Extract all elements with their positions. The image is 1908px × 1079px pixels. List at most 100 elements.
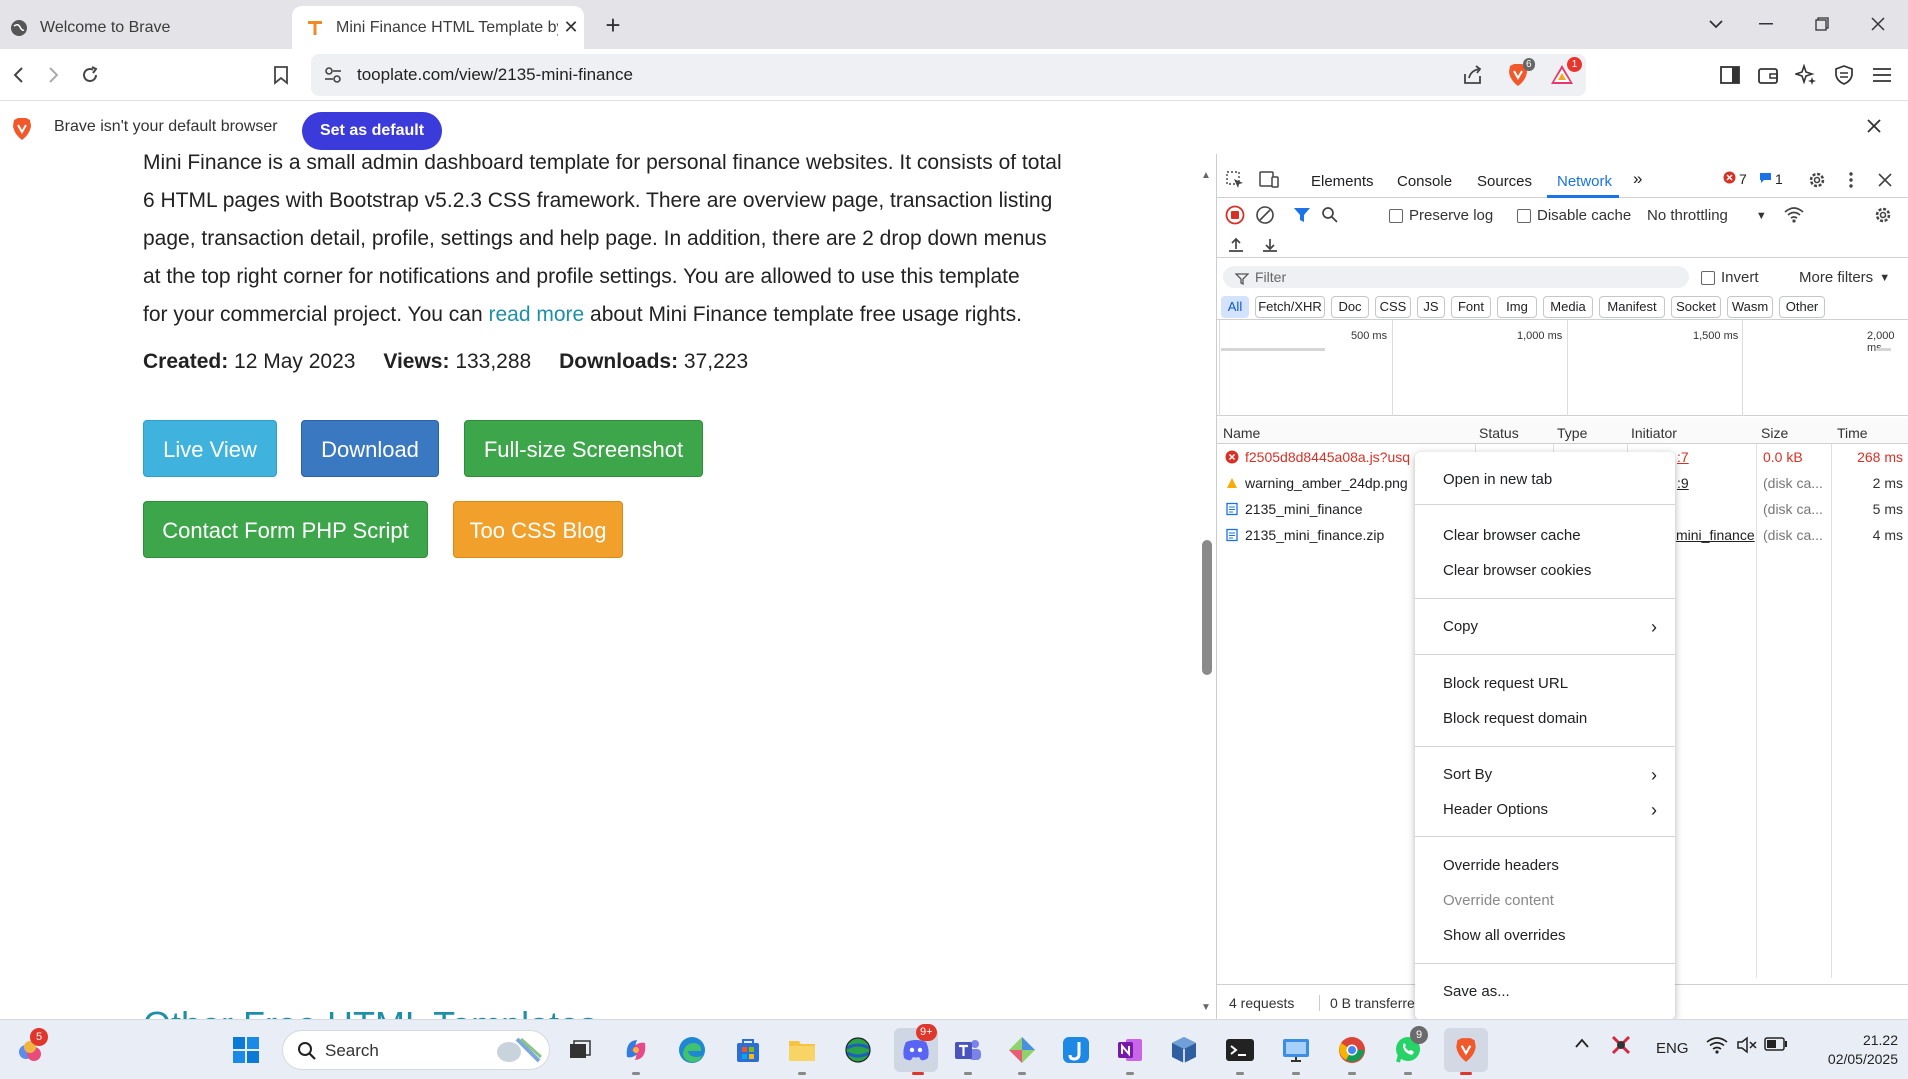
terminal-icon[interactable] [1222,1032,1258,1068]
chip-fetch-xhr[interactable]: Fetch/XHR [1255,296,1325,318]
more-tabs-chevron-icon[interactable]: » [1633,169,1642,189]
bookmark-icon[interactable] [269,63,293,87]
close-window-icon[interactable] [1866,12,1890,36]
menu-item-header-options[interactable]: Header Options › [1415,796,1675,824]
site-settings-icon[interactable] [323,65,343,90]
wifi-icon[interactable] [1706,1036,1728,1058]
wallet-icon[interactable] [1756,63,1780,87]
column-header-initiator[interactable]: Initiator [1631,425,1677,441]
leo-ai-icon[interactable] [1794,63,1818,87]
download-button[interactable]: Download [301,420,439,477]
forward-icon[interactable] [42,63,66,87]
battery-icon[interactable] [1764,1037,1788,1055]
inspect-element-icon[interactable] [1223,168,1247,192]
microsoft-store-icon[interactable] [730,1032,766,1068]
reload-icon[interactable] [78,63,102,87]
export-har-icon[interactable] [1261,236,1279,257]
menu-item-block-domain[interactable]: Block request domain [1415,705,1675,733]
column-header-time[interactable]: Time [1837,425,1868,441]
tab-welcome[interactable]: Welcome to Brave [0,6,292,49]
globe-app-icon[interactable] [840,1032,876,1068]
menu-item-show-overrides[interactable]: Show all overrides [1415,922,1675,950]
tray-chevron-up-icon[interactable] [1574,1036,1590,1053]
gemini-diamond-icon[interactable] [1004,1032,1040,1068]
column-header-type[interactable]: Type [1557,425,1587,441]
error-count-badge[interactable]: 7 [1723,171,1747,187]
initiator-link[interactable]: :9 [1677,475,1689,491]
windows-start-icon[interactable] [228,1032,264,1068]
language-indicator[interactable]: ENG [1656,1040,1689,1057]
back-icon[interactable] [6,63,30,87]
record-stop-icon[interactable] [1225,205,1245,228]
more-filters-dropdown[interactable]: More filters ▼ [1799,269,1890,286]
j-app-icon[interactable] [1058,1032,1094,1068]
chip-img[interactable]: Img [1497,296,1537,318]
speaker-muted-icon[interactable] [1736,1036,1758,1058]
tab-close-icon[interactable]: ✕ [558,17,584,38]
initiator-link[interactable]: :7 [1677,449,1689,465]
menu-item-clear-cache[interactable]: Clear browser cache [1415,522,1675,550]
menu-item-save-as[interactable]: Save as... [1415,978,1675,1006]
brave-taskbar-icon[interactable] [1444,1028,1488,1072]
column-header-name[interactable]: Name [1223,425,1260,441]
column-header-status[interactable]: Status [1479,425,1519,441]
network-settings-gear-icon[interactable] [1873,205,1893,228]
live-view-button[interactable]: Live View [143,420,277,477]
close-devtools-icon[interactable] [1873,168,1897,192]
page-scrollbar[interactable]: ▲ ▼ [1200,170,1214,1020]
scroll-down-icon[interactable]: ▼ [1201,1002,1211,1013]
task-view-icon[interactable] [562,1032,598,1068]
chip-doc[interactable]: Doc [1331,296,1369,318]
chip-css[interactable]: CSS [1375,296,1411,318]
menu-item-sort-by[interactable]: Sort By › [1415,761,1675,789]
filter-funnel-icon[interactable] [1293,206,1311,227]
tab-network[interactable]: Network [1557,173,1612,190]
settings-gear-icon[interactable] [1805,168,1829,192]
virtualbox-icon[interactable] [1166,1032,1202,1068]
too-css-blog-button[interactable]: Too CSS Blog [453,501,623,558]
preserve-log-checkbox[interactable]: Preserve log [1389,207,1493,224]
read-more-link[interactable]: read more [489,303,585,326]
more-options-icon[interactable] [1839,168,1863,192]
system-clock[interactable]: 21.22 02/05/2025 [1808,1031,1898,1069]
restore-icon[interactable] [1810,12,1834,36]
disable-cache-checkbox[interactable]: Disable cache [1517,207,1631,224]
share-icon[interactable] [1462,64,1484,91]
tab-search-chevron-icon[interactable] [1704,12,1728,36]
address-bar[interactable]: tooplate.com/view/2135-mini-finance 6 1 [311,54,1586,96]
set-as-default-button[interactable]: Set as default [302,112,442,150]
edge-icon[interactable] [674,1032,710,1068]
full-size-screenshot-button[interactable]: Full-size Screenshot [464,420,703,477]
minimize-icon[interactable] [1754,12,1778,36]
chip-js[interactable]: JS [1417,296,1445,318]
column-header-size[interactable]: Size [1761,425,1788,441]
network-conditions-icon[interactable] [1783,205,1805,228]
clear-icon[interactable] [1255,205,1275,228]
menu-item-block-url[interactable]: Block request URL [1415,670,1675,698]
chip-all[interactable]: All [1221,296,1249,318]
vpn-shield-icon[interactable] [1832,63,1856,87]
infobar-close-icon[interactable] [1866,118,1886,138]
chip-font[interactable]: Font [1451,296,1491,318]
menu-item-clear-cookies[interactable]: Clear browser cookies [1415,557,1675,585]
search-icon[interactable] [1321,206,1339,227]
teams-icon[interactable] [950,1032,986,1068]
chip-other[interactable]: Other [1779,296,1825,318]
import-har-icon[interactable] [1227,236,1245,257]
tab-sources[interactable]: Sources [1477,173,1532,190]
tab-console[interactable]: Console [1397,173,1452,190]
network-overview-timeline[interactable]: 500 ms 1,000 ms 1,500 ms 2,000 ms [1217,320,1908,416]
file-explorer-icon[interactable] [784,1032,820,1068]
chip-media[interactable]: Media [1543,296,1593,318]
chip-wasm[interactable]: Wasm [1727,296,1773,318]
menu-item-copy[interactable]: Copy › [1415,613,1675,641]
chip-socket[interactable]: Socket [1671,296,1721,318]
taskbar-search-box[interactable]: Search [282,1030,550,1070]
menu-item-override-headers[interactable]: Override headers [1415,852,1675,880]
onenote-icon[interactable] [1112,1032,1148,1068]
throttling-select[interactable]: No throttling ▼ [1647,207,1767,224]
chrome-icon[interactable] [1334,1032,1370,1068]
tray-app-icon[interactable] [1610,1034,1632,1060]
device-toolbar-icon[interactable] [1257,168,1281,192]
menu-hamburger-icon[interactable] [1870,63,1894,87]
